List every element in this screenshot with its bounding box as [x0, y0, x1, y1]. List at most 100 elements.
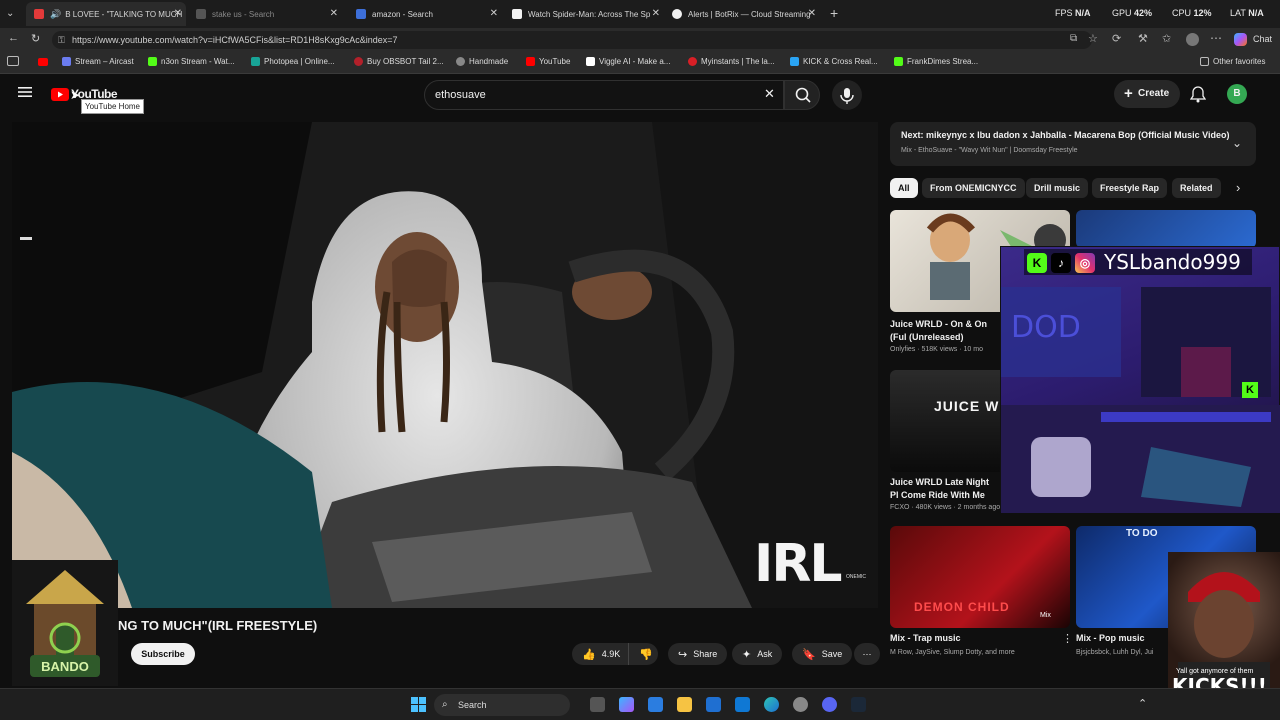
- bookmark-viggle[interactable]: Viggle AI - Make a...: [586, 57, 670, 66]
- mouse-cursor-icon: ➤: [70, 88, 81, 102]
- tab-close-icon[interactable]: ✕: [808, 8, 816, 19]
- search-input[interactable]: ethosuave: [424, 80, 784, 110]
- related-title-3[interactable]: Mix - Trap music: [890, 632, 1060, 645]
- open-in-app-icon[interactable]: ⧉: [1070, 33, 1077, 44]
- up-next-card[interactable]: Next: mikeynyc x Ibu dadon x Jahballa - …: [890, 122, 1256, 166]
- gpu-stat: GPU 42%: [1112, 8, 1153, 18]
- kick-badge-icon: K: [1242, 382, 1258, 398]
- like-button[interactable]: 👍 4.9K: [572, 643, 628, 665]
- related-thumbnail-2[interactable]: [1076, 210, 1256, 248]
- tab-title: amazon - Search: [372, 9, 433, 19]
- video-watermark: IRL: [754, 534, 843, 594]
- search-button[interactable]: [784, 80, 820, 110]
- tab-stake-search[interactable]: stake us - Search ✕: [190, 2, 342, 26]
- tab-amazon-search[interactable]: amazon - Search ✕: [350, 2, 502, 26]
- file-explorer-icon[interactable]: [677, 697, 692, 712]
- bookmark-n3on[interactable]: n3on Stream - Wat...: [148, 57, 235, 66]
- reload-icon[interactable]: ↻: [31, 32, 40, 45]
- tab-actions-chevron-icon[interactable]: ⌄: [6, 8, 14, 19]
- more-vertical-icon[interactable]: ⋮: [1062, 632, 1073, 645]
- obsbot-icon: [354, 57, 363, 66]
- tab-spiderman[interactable]: Watch Spider-Man: Across The Sp ✕: [508, 2, 660, 26]
- store-icon[interactable]: [648, 697, 663, 712]
- tab-close-icon[interactable]: ✕: [652, 8, 660, 19]
- address-bar[interactable]: ⚿ https://www.youtube.com/watch?v=iHCfWA…: [52, 31, 1092, 49]
- mix-subtitle: Mix - EthoSuave - "Wavy Wit Nun" | Dooms…: [901, 147, 1078, 154]
- edge-browser-icon[interactable]: [764, 697, 779, 712]
- chevron-down-icon[interactable]: ⌄: [1232, 136, 1242, 150]
- related-thumbnail-4[interactable]: DEMON CHILD Mix: [890, 526, 1070, 628]
- related-title-1[interactable]: Juice WRLD - On & On (Ful (Unreleased): [890, 318, 998, 344]
- bookmark-myinstants[interactable]: Myinstants | The la...: [688, 57, 775, 66]
- tab-close-icon[interactable]: ✕: [330, 8, 338, 19]
- chip-from-onemicnycc[interactable]: From ONEMICNYCC: [922, 178, 1025, 198]
- chip-freestyle-rap[interactable]: Freestyle Rap: [1092, 178, 1168, 198]
- bookmark-kick-cross[interactable]: KICK & Cross Real...: [790, 57, 878, 66]
- youtube-header: YouTube ➤ YouTube Home ethosuave ✕ + Cre…: [0, 76, 1280, 114]
- share-button[interactable]: ↪ Share: [668, 643, 728, 665]
- notifications-bell-icon[interactable]: [1190, 85, 1206, 103]
- sidebar-toggle-icon[interactable]: [7, 56, 19, 66]
- account-avatar[interactable]: B: [1227, 84, 1247, 104]
- mail-icon[interactable]: [735, 697, 750, 712]
- refresh-extension-icon[interactable]: ⟳: [1112, 32, 1121, 45]
- favorites-icon[interactable]: ✩: [1162, 32, 1171, 45]
- new-tab-button[interactable]: +: [830, 5, 838, 21]
- tab-youtube-active[interactable]: 🔊 B LOVEE - "TALKING TO MUCH ✕: [26, 2, 186, 26]
- youtube-logo-icon[interactable]: [51, 88, 69, 101]
- create-button[interactable]: + Create: [1114, 80, 1180, 108]
- bookmark-youtube[interactable]: YouTube: [526, 57, 570, 66]
- search-value: ethosuave: [435, 89, 486, 101]
- other-favorites[interactable]: Other favorites: [1200, 57, 1265, 66]
- bookmark-photopea[interactable]: Photopea | Online...: [251, 57, 335, 66]
- more-menu-icon[interactable]: ⋯: [1210, 31, 1222, 45]
- meme-caption-line2: KICKS!!!: [1172, 674, 1267, 688]
- windows-start-icon[interactable]: [411, 697, 426, 712]
- favorite-star-icon[interactable]: ☆: [1088, 32, 1098, 45]
- hamburger-menu-icon[interactable]: [18, 86, 32, 98]
- tab-botrix[interactable]: Alerts | BotRix — Cloud Streaming ✕: [668, 2, 820, 26]
- tab-close-icon[interactable]: ✕: [490, 8, 498, 19]
- clear-search-icon[interactable]: ✕: [764, 86, 775, 102]
- chip-all[interactable]: All: [890, 178, 918, 198]
- photos-icon[interactable]: [706, 697, 721, 712]
- copilot-icon[interactable]: [1234, 33, 1247, 46]
- ask-button[interactable]: ✦ Ask: [732, 643, 783, 665]
- extensions-icon[interactable]: ⚒: [1138, 32, 1148, 45]
- more-actions-button[interactable]: ⋯: [854, 643, 880, 665]
- dislike-button[interactable]: 👎: [628, 643, 658, 665]
- voice-search-button[interactable]: [832, 80, 862, 110]
- site-info-icon[interactable]: ⚿: [58, 31, 65, 49]
- back-arrow-icon[interactable]: ←: [8, 32, 19, 44]
- save-button[interactable]: 🔖 Save: [792, 643, 853, 665]
- tab-title: Alerts | BotRix — Cloud Streaming: [688, 9, 811, 19]
- settings-gear-icon[interactable]: [793, 697, 808, 712]
- tray-chevron-up-icon[interactable]: ⌃: [1138, 697, 1147, 710]
- tooltip: YouTube Home: [81, 99, 144, 114]
- discord-icon[interactable]: [822, 697, 837, 712]
- search-favicon-icon: [196, 9, 206, 19]
- subscribe-button[interactable]: Subscribe: [131, 643, 195, 665]
- bookmark-obsbot[interactable]: Buy OBSBOT Tail 2...: [354, 57, 444, 66]
- steam-icon[interactable]: [851, 697, 866, 712]
- related-title-2[interactable]: Juice WRLD Late Night Pl Come Ride With …: [890, 476, 998, 502]
- bookmark-handmade[interactable]: Handmade: [456, 57, 508, 66]
- youtube-bookmark-icon[interactable]: [38, 58, 48, 66]
- taskbar-search-box[interactable]: ⌕ Search: [434, 694, 570, 716]
- bookmark-aircast[interactable]: Stream – Aircast: [62, 57, 134, 66]
- chip-drill-music[interactable]: Drill music: [1026, 178, 1089, 198]
- task-view-icon[interactable]: [590, 697, 605, 712]
- speaker-icon[interactable]: 🔊: [50, 9, 61, 20]
- chips-next-arrow-icon[interactable]: ›: [1236, 180, 1240, 195]
- profile-avatar[interactable]: [1186, 33, 1199, 46]
- bookmark-frankdimes[interactable]: FrankDimes Strea...: [894, 57, 978, 66]
- chip-related[interactable]: Related: [1172, 178, 1221, 198]
- tab-close-icon[interactable]: ✕: [174, 8, 182, 19]
- demon-thumb-text: DEMON CHILD: [914, 600, 1010, 614]
- meme-overlay: Yall got anymore of them KICKS!!!: [1168, 552, 1280, 688]
- chat-label[interactable]: Chat: [1253, 34, 1272, 44]
- copilot-taskbar-icon[interactable]: [619, 697, 634, 712]
- webcam-overlay: DOD: [1000, 246, 1280, 513]
- video-player[interactable]: IRL ONEMIC: [12, 122, 878, 608]
- fps-stat: FPS N/A: [1055, 8, 1091, 18]
